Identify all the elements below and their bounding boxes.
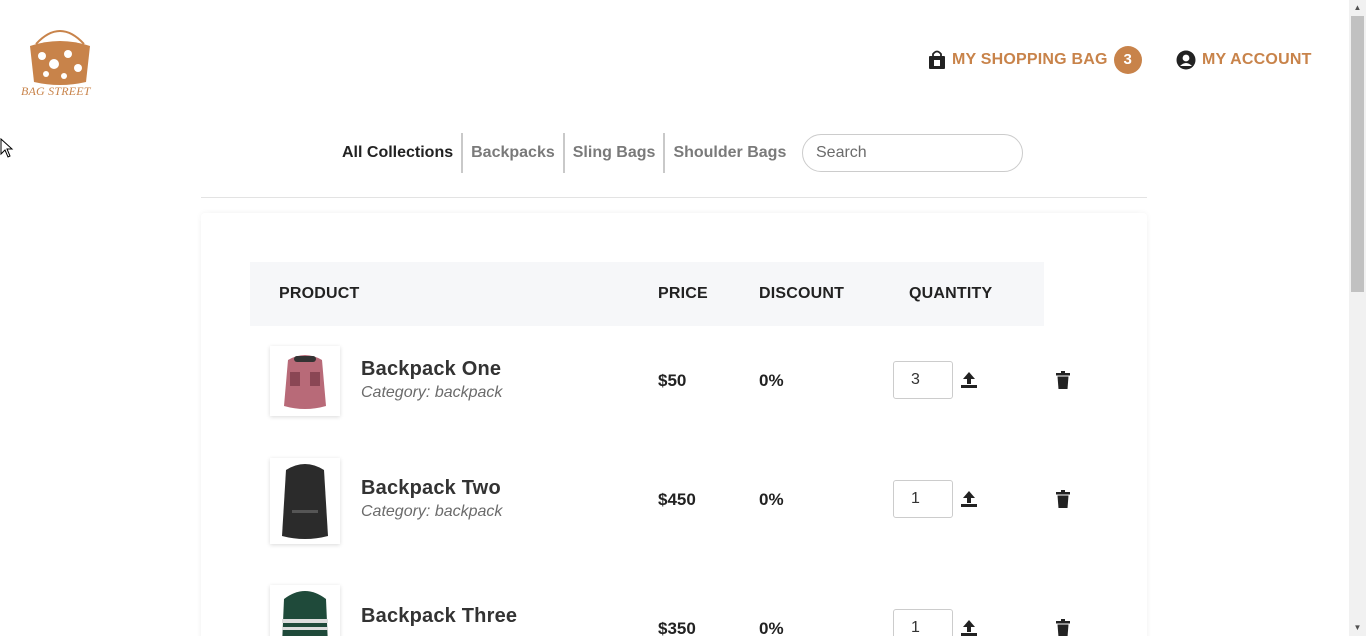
page: BAG STREET MY SHOPPING BAG 3 MY ACCOUNT … <box>0 0 1349 636</box>
product-thumbnail[interactable] <box>270 346 340 416</box>
nav-backpacks[interactable]: Backpacks <box>461 133 563 173</box>
cart-count-badge: 3 <box>1113 46 1142 74</box>
brand-name: BAG STREET <box>21 84 91 98</box>
scroll-thumb[interactable] <box>1351 16 1364 292</box>
update-quantity-icon[interactable] <box>960 619 978 636</box>
product-discount: 0% <box>759 371 784 390</box>
mouse-cursor-icon <box>0 138 14 158</box>
product-name[interactable]: Backpack One <box>361 358 501 381</box>
column-quantity: QUANTITY <box>909 285 993 302</box>
quantity-input[interactable] <box>893 480 953 518</box>
scroll-up-arrow-icon[interactable]: ▲ <box>1349 0 1366 16</box>
update-quantity-icon[interactable] <box>960 490 978 508</box>
column-discount: DISCOUNT <box>759 285 845 302</box>
user-circle-icon <box>1176 50 1196 70</box>
quantity-input[interactable] <box>893 609 953 636</box>
category-nav: All Collections Backpacks Sling Bags Sho… <box>336 133 794 173</box>
my-account-link[interactable]: MY ACCOUNT <box>1176 46 1312 74</box>
product-discount: 0% <box>759 619 784 636</box>
shopping-bag-label: MY SHOPPING BAG <box>952 51 1108 68</box>
shopping-bag-link[interactable]: MY SHOPPING BAG 3 <box>928 46 1142 74</box>
shopping-bag-icon <box>929 50 945 69</box>
trash-icon[interactable] <box>1055 371 1071 389</box>
nav-sling-bags[interactable]: Sling Bags <box>562 133 664 173</box>
product-discount: 0% <box>759 490 784 509</box>
product-category: Category: backpack <box>361 503 503 520</box>
product-category: Category: backpack <box>361 384 503 401</box>
update-quantity-icon[interactable] <box>960 371 978 389</box>
vertical-scrollbar[interactable]: ▲ ▼ <box>1349 0 1366 636</box>
scroll-down-arrow-icon[interactable]: ▼ <box>1349 620 1366 636</box>
product-name[interactable]: Backpack Three <box>361 605 517 628</box>
nav-shoulder-bags[interactable]: Shoulder Bags <box>663 133 794 173</box>
product-thumbnail[interactable] <box>270 585 340 636</box>
backpack-body <box>282 464 328 539</box>
my-account-label: MY ACCOUNT <box>1202 51 1312 68</box>
column-product: PRODUCT <box>279 285 360 302</box>
product-price: $450 <box>658 490 696 509</box>
product-name[interactable]: Backpack Two <box>361 477 501 500</box>
product-price: $350 <box>658 619 696 636</box>
product-thumbnail[interactable] <box>270 458 340 544</box>
search-input[interactable] <box>802 134 1023 172</box>
quantity-input[interactable] <box>893 361 953 399</box>
header-divider <box>201 197 1147 198</box>
column-price: PRICE <box>658 285 708 302</box>
nav-all-collections[interactable]: All Collections <box>336 133 461 173</box>
trash-icon[interactable] <box>1055 490 1071 508</box>
product-price: $50 <box>658 371 687 390</box>
trash-icon[interactable] <box>1055 619 1071 636</box>
